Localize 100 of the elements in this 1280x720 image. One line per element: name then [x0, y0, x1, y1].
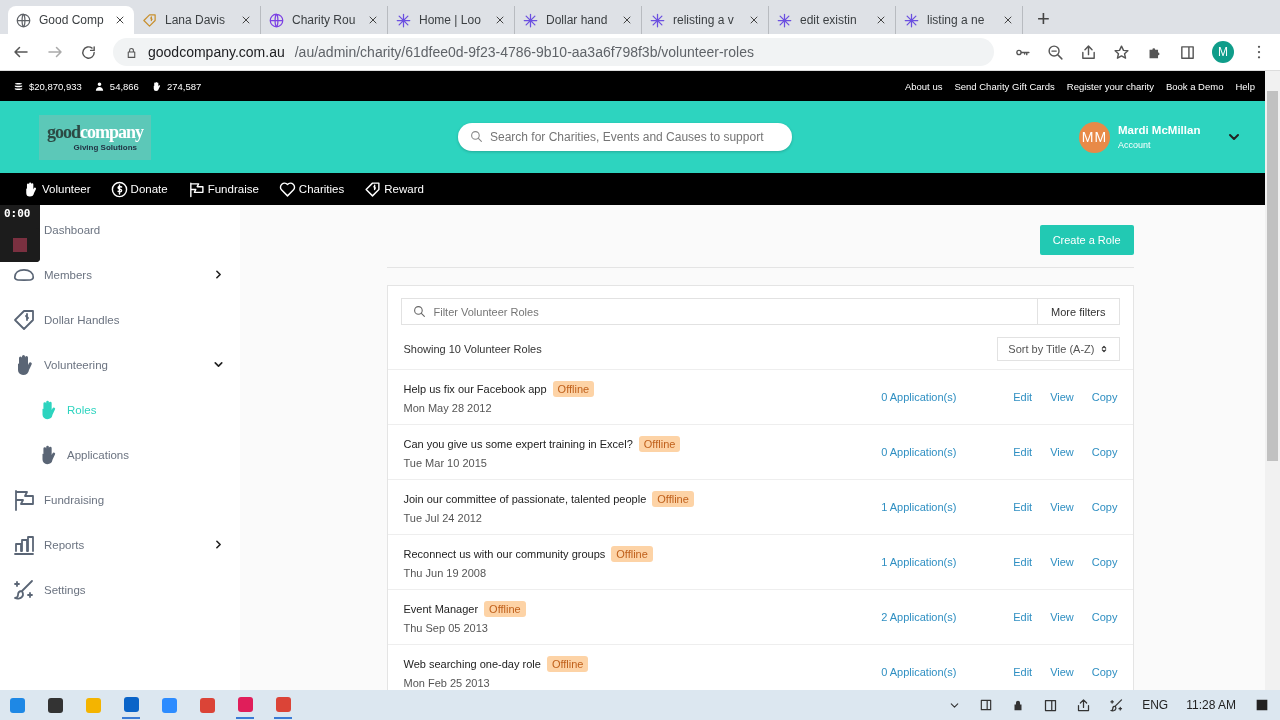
- account-label: Account: [1118, 140, 1152, 150]
- nav-link[interactable]: Reward: [364, 180, 424, 198]
- row-action-link[interactable]: Copy: [1091, 666, 1118, 678]
- status-badge: Offline: [611, 545, 653, 562]
- row-action-link[interactable]: View: [1050, 391, 1074, 403]
- browser-tab[interactable]: listing a ne: [896, 6, 1023, 34]
- row-action-link[interactable]: View: [1050, 501, 1074, 513]
- sidebar-item[interactable]: Volunteering: [0, 342, 240, 387]
- applications-link[interactable]: 1 Application(s): [881, 501, 1014, 513]
- logo[interactable]: goodcompany Giving Solutions: [39, 114, 151, 160]
- tag-icon: [12, 307, 36, 332]
- browser-tab[interactable]: relisting a v: [642, 6, 769, 34]
- role-title[interactable]: Web searching one-day role: [403, 657, 541, 670]
- top-link[interactable]: Book a Demo: [1165, 80, 1224, 92]
- role-date: Thu Sep 05 2013: [403, 621, 489, 634]
- scrollbar[interactable]: [1265, 71, 1280, 690]
- sidebar-item[interactable]: Dollar Handles: [0, 297, 240, 342]
- applications-link[interactable]: 2 Application(s): [881, 611, 1014, 623]
- row-action-link[interactable]: Copy: [1091, 556, 1118, 568]
- flower-icon: [523, 12, 538, 28]
- language-indicator[interactable]: ENG: [1142, 698, 1169, 712]
- applications-link[interactable]: 1 Application(s): [881, 556, 1014, 568]
- sidebar-item[interactable]: Settings: [0, 567, 240, 612]
- close-icon[interactable]: [748, 14, 760, 26]
- row-action-link[interactable]: Copy: [1091, 391, 1118, 403]
- sidebar-item[interactable]: Members: [0, 252, 240, 297]
- search-field[interactable]: Search for Charities, Events and Causes to support: [458, 123, 792, 151]
- role-title[interactable]: Can you give us some expert training in Excel?: [403, 437, 633, 450]
- new-tab-button[interactable]: +: [1037, 7, 1050, 31]
- sidebar-item[interactable]: Reports: [0, 522, 240, 567]
- top-link[interactable]: Register your charity: [1066, 80, 1154, 92]
- share-icon[interactable]: [1080, 43, 1097, 61]
- status-badge: Offline: [552, 380, 595, 397]
- side-panel-icon[interactable]: [1179, 43, 1196, 61]
- top-link[interactable]: Send Charity Gift Cards: [954, 80, 1055, 92]
- address-bar[interactable]: goodcompany.com.au /au/admin/charity/61dfee0d-9f23-4786-9b10-aa3a6f798f3b/volunteer-roles: [113, 38, 994, 66]
- nav-link[interactable]: Volunteer: [22, 180, 91, 198]
- close-icon[interactable]: [1002, 14, 1014, 26]
- row-action-link[interactable]: View: [1050, 666, 1074, 678]
- browser-tab[interactable]: Lana Davis: [134, 6, 261, 34]
- role-title[interactable]: Help us fix our Facebook app: [403, 382, 547, 395]
- coins-icon: [13, 80, 24, 92]
- applications-link[interactable]: 0 Application(s): [881, 666, 1014, 678]
- zoom-out-icon[interactable]: [1047, 43, 1064, 61]
- close-icon[interactable]: [367, 14, 379, 26]
- recording-timer: 0:00: [3, 206, 32, 222]
- browser-tab[interactable]: Good Comp: [8, 6, 134, 34]
- role-title[interactable]: Join our committee of passionate, talented people: [403, 492, 647, 505]
- row-action-link[interactable]: View: [1050, 446, 1074, 458]
- flower-icon: [777, 12, 792, 28]
- browser-tab[interactable]: Dollar hand: [515, 6, 642, 34]
- sidebar-item[interactable]: Fundraising: [0, 477, 240, 522]
- nav-link[interactable]: Fundraise: [187, 180, 259, 198]
- applications-link[interactable]: 0 Application(s): [881, 391, 1014, 403]
- lock-icon: [125, 45, 138, 59]
- clock[interactable]: 11:28 AM: [1186, 698, 1236, 712]
- role-title[interactable]: Reconnect us with our community groups: [403, 547, 606, 560]
- close-icon[interactable]: [114, 14, 126, 26]
- nav-link[interactable]: Donate: [110, 180, 168, 198]
- top-link[interactable]: Help: [1235, 80, 1255, 92]
- pen-icon[interactable]: [1109, 697, 1125, 713]
- close-icon[interactable]: [621, 14, 633, 26]
- browser-tab[interactable]: Home | Loo: [388, 6, 515, 34]
- browser-tab[interactable]: edit existin: [769, 6, 896, 34]
- flower-icon: [396, 12, 411, 28]
- sidebar-subitem[interactable]: Applications: [0, 432, 240, 477]
- row-action-link[interactable]: Edit: [1013, 501, 1033, 513]
- row-action-link[interactable]: Edit: [1013, 556, 1033, 568]
- row-action-link[interactable]: Copy: [1091, 446, 1118, 458]
- reload-icon[interactable]: [80, 43, 97, 61]
- top-link[interactable]: About us: [904, 80, 943, 92]
- results-count: Showing 10 Volunteer Roles: [403, 343, 542, 355]
- stat-value: $20,870,933: [29, 80, 82, 92]
- stat-value: 54,866: [109, 80, 139, 92]
- heart-icon: [278, 180, 296, 198]
- applications-link[interactable]: 0 Application(s): [881, 446, 1014, 458]
- flower-icon: [650, 12, 665, 28]
- row-action-link[interactable]: Edit: [1013, 446, 1033, 458]
- row-action-link[interactable]: Copy: [1091, 501, 1118, 513]
- profile-avatar[interactable]: M: [1212, 41, 1234, 63]
- close-icon[interactable]: [875, 14, 887, 26]
- row-action-link[interactable]: Edit: [1013, 391, 1033, 403]
- row-action-link[interactable]: Edit: [1013, 611, 1033, 623]
- person-icon: [93, 80, 105, 92]
- row-action-link[interactable]: View: [1050, 611, 1074, 623]
- sort-dropdown[interactable]: Sort by Title (A-Z): [997, 337, 1120, 361]
- row-action-link[interactable]: Edit: [1013, 666, 1033, 678]
- status-badge: Offline: [546, 655, 589, 672]
- row-action-link[interactable]: Copy: [1091, 611, 1118, 623]
- role-date: Tue Jul 24 2012: [403, 511, 483, 524]
- role-title[interactable]: Event Manager: [403, 602, 479, 615]
- globe-icon: [16, 12, 31, 28]
- more-filters-button[interactable]: More filters: [1038, 298, 1120, 325]
- row-action-link[interactable]: View: [1050, 556, 1074, 568]
- star-icon[interactable]: [1113, 43, 1130, 61]
- nav-link[interactable]: Charities: [278, 180, 345, 198]
- filter-field[interactable]: Filter Volunteer Roles: [400, 298, 1039, 325]
- browser-tab[interactable]: Charity Rou: [261, 6, 388, 34]
- close-icon[interactable]: [240, 14, 252, 26]
- close-icon[interactable]: [494, 14, 506, 26]
